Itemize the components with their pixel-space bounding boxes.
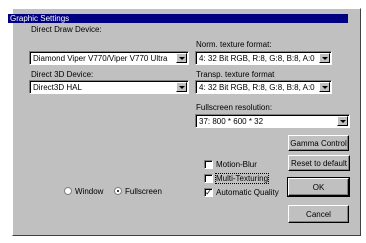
chevron-down-icon[interactable] <box>337 116 348 126</box>
chevron-down-icon[interactable] <box>176 53 187 63</box>
window-radio[interactable] <box>64 187 72 195</box>
norm-texture-label: Norm. texture format: <box>196 40 272 49</box>
automatic-quality-label: Automatic Quality <box>216 188 279 197</box>
fullscreen-radio-label: Fullscreen <box>125 187 162 196</box>
radio-selected-dot <box>117 190 119 192</box>
norm-texture-select[interactable]: 4: 32 Bit RGB, R:8, G:8, B:8, A:0 <box>195 51 332 65</box>
direct-3d-label: Direct 3D Device: <box>31 70 94 79</box>
norm-texture-value: 4: 32 Bit RGB, R:8, G:8, B:8, A:0 <box>199 54 315 63</box>
fullscreen-radio[interactable] <box>114 187 122 195</box>
ok-button[interactable]: OK <box>287 177 350 197</box>
automatic-quality-checkbox[interactable]: ✓ <box>204 188 213 197</box>
multi-texturing-checkbox[interactable] <box>204 174 213 183</box>
direct-draw-select[interactable]: Diamond Viper V770/Viper V770 Ultra <box>29 51 189 65</box>
direct-3d-value: Direct3D HAL <box>33 83 82 92</box>
dialog-title: Graphic Settings <box>8 14 348 23</box>
transp-texture-select[interactable]: 4: 32 Bit RGB, R:8, G:8, B:8, A:0 <box>195 80 332 94</box>
motion-blur-checkbox[interactable] <box>204 160 213 169</box>
window-radio-label: Window <box>75 187 104 196</box>
reset-to-default-button[interactable]: Reset to default <box>288 155 350 171</box>
gamma-control-button[interactable]: Gamma Control <box>288 135 349 151</box>
cancel-button[interactable]: Cancel <box>288 205 349 223</box>
direct-draw-label: Direct Draw Device: <box>31 25 102 34</box>
motion-blur-label: Motion-Blur <box>216 160 257 169</box>
transp-texture-value: 4: 32 Bit RGB, R:8, G:8, B:8, A:0 <box>199 83 315 92</box>
fullscreen-res-select[interactable]: 37: 800 * 600 * 32 <box>195 114 350 128</box>
chevron-down-icon[interactable] <box>176 82 187 92</box>
fullscreen-res-label: Fullscreen resolution: <box>196 103 273 112</box>
direct-draw-value: Diamond Viper V770/Viper V770 Ultra <box>33 54 168 63</box>
chevron-down-icon[interactable] <box>319 82 330 92</box>
transp-texture-label: Transp. texture format <box>196 70 275 79</box>
multi-texturing-label: Multi-Texturing <box>214 173 270 184</box>
fullscreen-res-value: 37: 800 * 600 * 32 <box>199 117 264 126</box>
chevron-down-icon[interactable] <box>319 53 330 63</box>
direct-3d-select[interactable]: Direct3D HAL <box>29 80 189 94</box>
